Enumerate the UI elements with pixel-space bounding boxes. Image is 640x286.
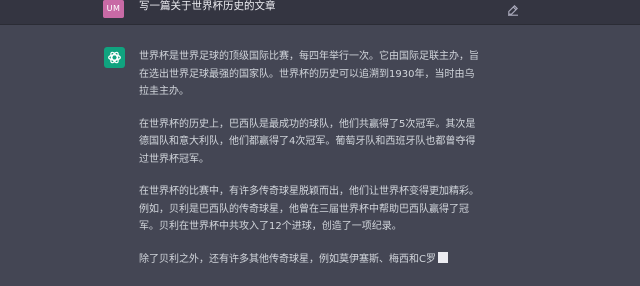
user-message-text: 写一篇关于世界杯历史的文章 — [139, 0, 276, 12]
message-paragraph-text: 除了贝利之外，还有许多其他传奇球星，例如莫伊塞斯、梅西和C罗 — [139, 253, 436, 265]
message-paragraph: 在世界杯的比赛中，有许多传奇球星脱颖而出，他们让世界杯变得更加精彩。 例如，贝利… — [139, 186, 479, 232]
assistant-avatar — [104, 47, 125, 68]
openai-logo-icon — [108, 51, 121, 64]
typing-cursor — [437, 251, 448, 263]
edit-icon[interactable] — [507, 1, 519, 16]
message-paragraph: 在世界杯的历史上，巴西队是最成功的球队，他们共赢得了5次冠军。其次是 德国队和意… — [139, 118, 476, 165]
assistant-message-row: 世界杯是世界足球的顶级国际比赛，每四年举行一次。它由国际足联主办，旨 在选出世界… — [0, 25, 640, 286]
message-paragraph-last: 除了贝利之外，还有许多其他传奇球星，例如莫伊塞斯、梅西和C罗 — [139, 251, 509, 269]
assistant-message-content: 世界杯是世界足球的顶级国际比赛，每四年举行一次。它由国际足联主办，旨 在选出世界… — [139, 48, 509, 283]
user-message-row: UM 写一篇关于世界杯历史的文章 — [0, 0, 640, 25]
user-avatar: UM — [103, 0, 124, 18]
message-paragraph: 世界杯是世界足球的顶级国际比赛，每四年举行一次。它由国际足联主办，旨 在选出世界… — [139, 51, 479, 97]
